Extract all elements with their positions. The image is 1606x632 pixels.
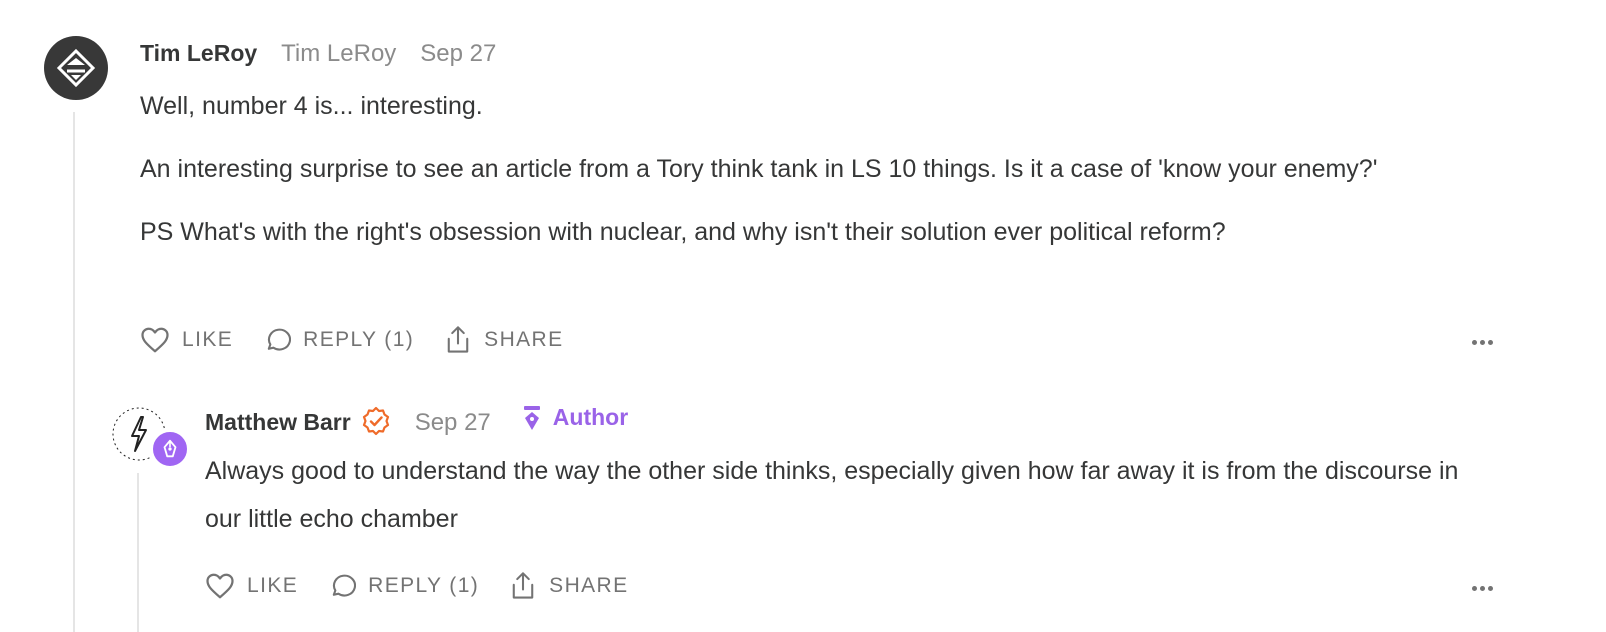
author-name[interactable]: Tim LeRoy xyxy=(140,40,257,67)
author-badge xyxy=(150,429,190,469)
avatar[interactable] xyxy=(44,36,108,100)
comment-date[interactable]: Sep 27 xyxy=(415,409,491,437)
share-label: SHARE xyxy=(549,574,629,597)
share-button[interactable]: SHARE xyxy=(509,571,628,601)
comment-bubble-icon xyxy=(267,328,292,351)
author-name[interactable]: Matthew Barr xyxy=(205,409,351,436)
share-icon xyxy=(447,326,469,353)
comment-paragraph: Always good to understand the way the ot… xyxy=(205,457,1459,533)
comment-actions: LIKE REPLY (1) SHARE xyxy=(205,571,659,601)
comment-paragraph: An interesting surprise to see an articl… xyxy=(140,155,1378,183)
diamond-logo-icon xyxy=(56,48,96,88)
verified-check-icon xyxy=(361,406,391,436)
like-button[interactable]: LIKE xyxy=(140,326,233,354)
reply-label: REPLY (1) xyxy=(303,328,415,351)
like-button[interactable]: LIKE xyxy=(205,572,298,600)
comment-body: Well, number 4 is... interesting. An int… xyxy=(140,82,1470,271)
more-dots-icon[interactable] xyxy=(1472,586,1493,591)
pen-nib-icon xyxy=(163,439,177,458)
reply-button[interactable]: REPLY (1) xyxy=(328,572,479,600)
author-tag: Author xyxy=(521,404,628,431)
thread-line-reply xyxy=(137,473,139,632)
comment-date[interactable]: Sep 27 xyxy=(420,40,496,68)
comment-body: Always good to understand the way the ot… xyxy=(205,447,1495,558)
thread-line-root xyxy=(73,112,75,632)
like-label: LIKE xyxy=(182,328,234,351)
avatar[interactable] xyxy=(110,405,190,469)
comment-actions: LIKE REPLY (1) SHARE xyxy=(140,325,594,355)
share-label: SHARE xyxy=(484,328,564,351)
comment-paragraph: Well, number 4 is... interesting. xyxy=(140,92,483,120)
more-dots-icon[interactable] xyxy=(1472,340,1493,345)
comment-paragraph: PS What's with the right's obsession wit… xyxy=(140,218,1226,246)
pen-nib-icon xyxy=(523,406,540,430)
author-handle[interactable]: Tim LeRoy xyxy=(281,40,396,68)
comment-bubble-icon xyxy=(332,574,357,597)
comment-header: Tim LeRoy Tim LeRoy Sep 27 xyxy=(140,40,496,68)
share-button[interactable]: SHARE xyxy=(444,325,563,355)
heart-icon xyxy=(206,573,234,599)
author-tag-label: Author xyxy=(552,403,629,430)
like-label: LIKE xyxy=(247,574,299,597)
reply-button[interactable]: REPLY (1) xyxy=(263,326,414,354)
comment-header: Matthew Barr Sep 27 Author xyxy=(205,400,628,437)
reply-label: REPLY (1) xyxy=(368,574,480,597)
share-icon xyxy=(512,572,534,599)
heart-icon xyxy=(141,327,169,353)
